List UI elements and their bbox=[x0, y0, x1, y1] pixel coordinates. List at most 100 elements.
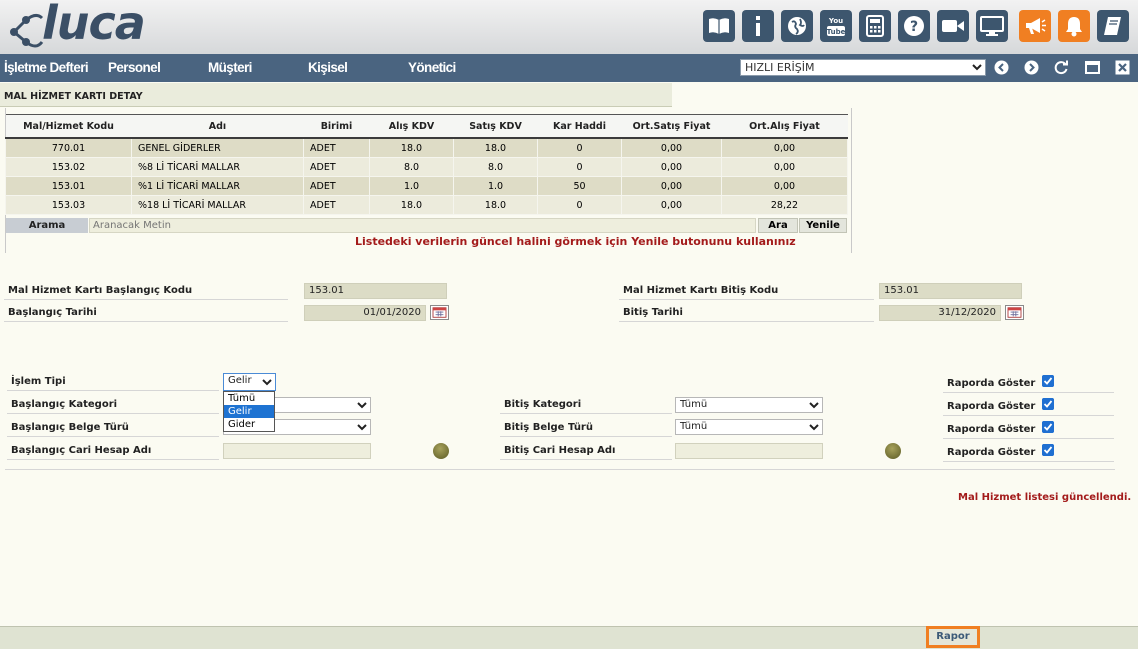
calendar-icon[interactable] bbox=[430, 305, 449, 320]
col-header-satis-kdv[interactable]: Satış KDV bbox=[453, 114, 538, 139]
monitor-icon bbox=[980, 16, 1004, 36]
video-button[interactable] bbox=[937, 10, 969, 42]
cell-kar-haddi: 0 bbox=[537, 195, 622, 215]
menu-yonetici[interactable]: Yönetici bbox=[408, 60, 456, 75]
search-label-button[interactable]: Arama bbox=[6, 218, 88, 233]
start-category-label: Başlangıç Kategori bbox=[7, 397, 219, 414]
col-header-ort-alis[interactable]: Ort.Alış Fiyat bbox=[721, 114, 848, 139]
info-button[interactable] bbox=[742, 10, 774, 42]
cell-birimi: ADET bbox=[303, 137, 370, 158]
checkbox-checked-icon[interactable] bbox=[1042, 375, 1054, 387]
end-doc-value: Tümü bbox=[680, 421, 708, 432]
quick-access-label: HIZLI ERİŞİM bbox=[745, 61, 815, 74]
col-header-kod[interactable]: Mal/Hizmet Kodu bbox=[5, 114, 132, 139]
menu-personel[interactable]: Personel bbox=[108, 60, 161, 75]
yenile-button[interactable]: Yenile bbox=[799, 218, 847, 233]
end-date-label: Bitiş Tarihi bbox=[619, 305, 874, 322]
menu-isletme-defteri[interactable]: İşletme Defteri bbox=[4, 60, 89, 75]
cell-adi: GENEL GİDERLER bbox=[131, 137, 304, 158]
logo-text: luca bbox=[42, 0, 146, 50]
cell-birimi: ADET bbox=[303, 157, 370, 177]
ara-button[interactable]: Ara bbox=[758, 218, 798, 233]
checkbox-checked-icon[interactable] bbox=[1042, 398, 1054, 410]
help-button[interactable]: ? bbox=[898, 10, 930, 42]
cell-ort-alis: 0,00 bbox=[721, 157, 848, 177]
table-row[interactable]: 770.01 GENEL GİDERLER ADET 18.0 18.0 0 0… bbox=[5, 137, 848, 158]
cell-adi: %1 Lİ TİCARİ MALLAR bbox=[131, 176, 304, 196]
quick-access-select[interactable]: HIZLI ERİŞİM bbox=[740, 59, 986, 76]
cell-kod: 153.03 bbox=[5, 195, 132, 215]
megaphone-icon bbox=[1026, 18, 1046, 34]
menu-musteri[interactable]: Müşteri bbox=[208, 60, 252, 75]
globe-button[interactable] bbox=[781, 10, 813, 42]
cell-alis-kdv: 18.0 bbox=[369, 195, 454, 215]
bell-button[interactable] bbox=[1058, 10, 1090, 42]
option-gelir[interactable]: Gelir bbox=[224, 405, 274, 418]
svg-text:?: ? bbox=[910, 19, 918, 35]
maximize-icon[interactable] bbox=[1085, 60, 1100, 75]
col-header-ort-satis[interactable]: Ort.Satış Fiyat bbox=[621, 114, 722, 139]
table-row[interactable]: 153.03 %18 Lİ TİCARİ MALLAR ADET 18.0 18… bbox=[5, 195, 848, 215]
megaphone-button[interactable] bbox=[1019, 10, 1051, 42]
start-date-field[interactable]: 01/01/2020 bbox=[304, 305, 426, 321]
cell-ort-alis: 0,00 bbox=[721, 137, 848, 158]
menu-kisisel[interactable]: Kişisel bbox=[308, 60, 348, 75]
end-date-field[interactable]: 31/12/2020 bbox=[879, 305, 1001, 321]
back-icon[interactable] bbox=[994, 60, 1009, 75]
chevron-down-icon bbox=[972, 64, 982, 71]
product-table: Mal/Hizmet Kodu Adı Birimi Alış KDV Satı… bbox=[5, 114, 848, 215]
start-code-field[interactable]: 153.01 bbox=[304, 283, 447, 299]
refresh-icon[interactable] bbox=[1054, 60, 1069, 75]
calculator-button[interactable] bbox=[859, 10, 891, 42]
chevron-down-icon bbox=[357, 424, 367, 431]
book-button[interactable] bbox=[703, 10, 735, 42]
notebook-button[interactable] bbox=[1097, 10, 1129, 42]
cell-kod: 153.02 bbox=[5, 157, 132, 177]
islem-tipi-select[interactable]: Gelir bbox=[223, 373, 276, 391]
end-code-field[interactable]: 153.01 bbox=[879, 283, 1022, 299]
checkbox-checked-icon[interactable] bbox=[1042, 421, 1054, 433]
refresh-notice: Listedeki verilerin güncel halini görmek… bbox=[355, 235, 796, 248]
checkbox-checked-icon[interactable] bbox=[1042, 444, 1054, 456]
cell-satis-kdv: 8.0 bbox=[453, 157, 538, 177]
globe-icon bbox=[788, 17, 806, 35]
cell-adi: %8 Lİ TİCARİ MALLAR bbox=[131, 157, 304, 177]
cell-alis-kdv: 18.0 bbox=[369, 137, 454, 158]
option-tumu[interactable]: Tümü bbox=[224, 392, 274, 405]
svg-text:You: You bbox=[828, 17, 843, 25]
end-cari-label: Bitiş Cari Hesap Adı bbox=[500, 443, 672, 460]
cell-kar-haddi: 0 bbox=[537, 157, 622, 177]
cell-birimi: ADET bbox=[303, 195, 370, 215]
show-in-report-label: Raporda Göster bbox=[943, 445, 1114, 462]
table-row[interactable]: 153.01 %1 Lİ TİCARİ MALLAR ADET 1.0 1.0 … bbox=[5, 176, 848, 196]
col-header-alis-kdv[interactable]: Alış KDV bbox=[369, 114, 454, 139]
search-input[interactable] bbox=[89, 218, 756, 233]
lookup-more-icon[interactable] bbox=[885, 443, 901, 459]
col-header-adi[interactable]: Adı bbox=[131, 114, 304, 139]
close-icon[interactable] bbox=[1115, 60, 1130, 75]
cell-ort-satis: 0,00 bbox=[621, 176, 722, 196]
option-gider[interactable]: Gider bbox=[224, 418, 274, 431]
end-doc-select[interactable]: Tümü bbox=[675, 419, 823, 435]
book-icon bbox=[709, 18, 729, 34]
rapor-button[interactable]: Rapor bbox=[926, 626, 980, 648]
forward-icon[interactable] bbox=[1024, 60, 1039, 75]
col-header-birimi[interactable]: Birimi bbox=[303, 114, 370, 139]
cell-satis-kdv: 18.0 bbox=[453, 195, 538, 215]
islem-tipi-label: İşlem Tipi bbox=[7, 374, 219, 391]
calendar-icon[interactable] bbox=[1005, 305, 1024, 320]
end-cari-field[interactable] bbox=[675, 443, 823, 459]
help-icon: ? bbox=[904, 16, 924, 36]
start-cari-field[interactable] bbox=[223, 443, 371, 459]
start-doc-label: Başlangıç Belge Türü bbox=[7, 420, 219, 437]
end-category-select[interactable]: Tümü bbox=[675, 397, 823, 413]
panel-title: MAL HİZMET KARTI DETAY bbox=[0, 83, 672, 107]
end-category-label: Bitiş Kategori bbox=[500, 397, 672, 414]
youtube-button[interactable]: You Tube bbox=[820, 10, 852, 42]
cell-satis-kdv: 1.0 bbox=[453, 176, 538, 196]
monitor-button[interactable] bbox=[976, 10, 1008, 42]
chevron-down-icon bbox=[262, 379, 272, 386]
table-row[interactable]: 153.02 %8 Lİ TİCARİ MALLAR ADET 8.0 8.0 … bbox=[5, 157, 848, 177]
col-header-kar-haddi[interactable]: Kar Haddi bbox=[537, 114, 622, 139]
lookup-more-icon[interactable] bbox=[433, 443, 449, 459]
